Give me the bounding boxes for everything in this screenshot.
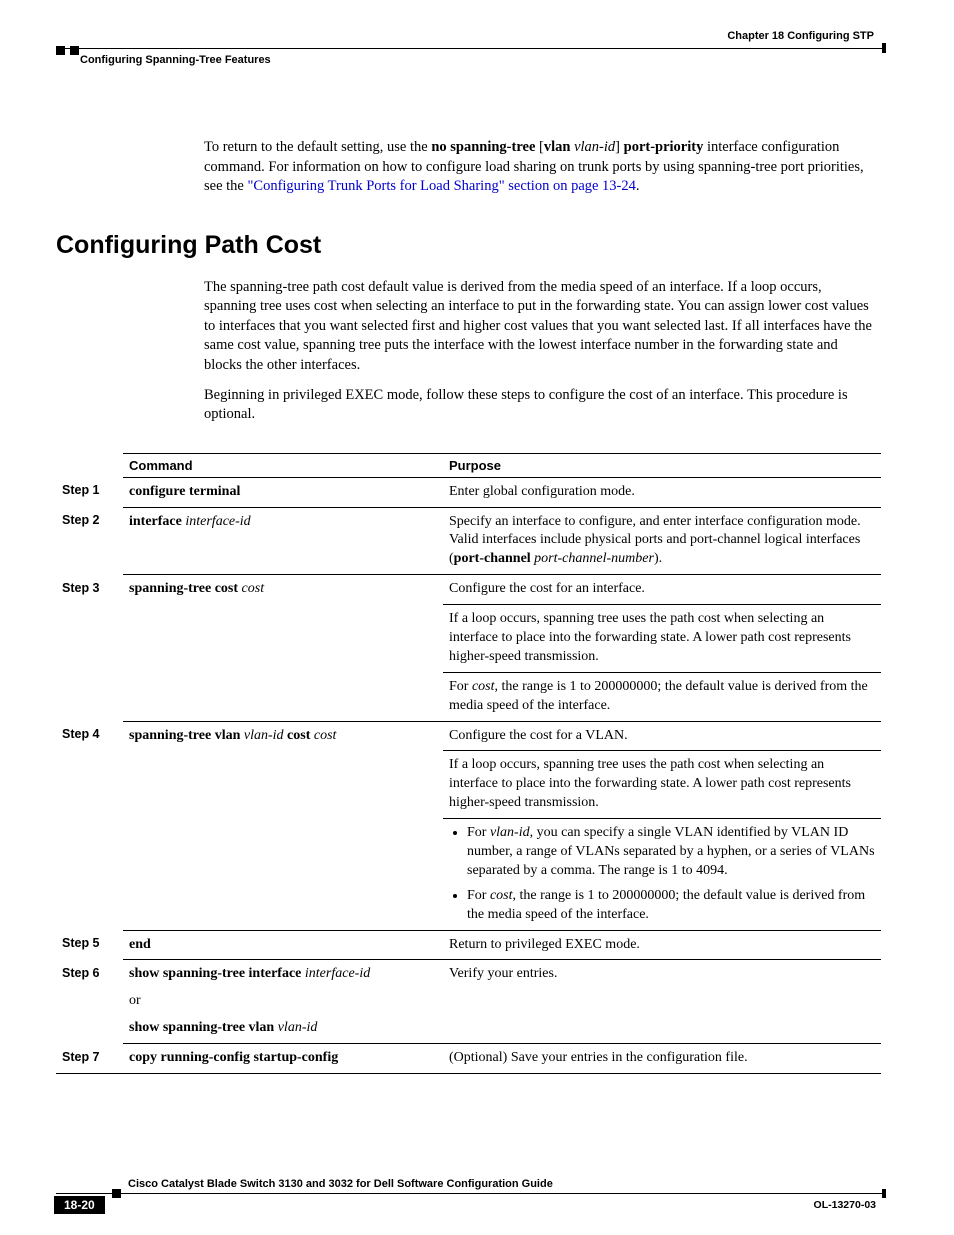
chapter-label: Chapter 18 Configuring STP — [727, 30, 874, 42]
xref-link[interactable]: "Configuring Trunk Ports for Load Sharin… — [247, 178, 635, 194]
procedure-table: Command Purpose Step 1 configure termina… — [56, 453, 881, 1074]
col-command: Command — [123, 453, 443, 477]
table-row: Step 7 copy running-config startup-confi… — [56, 1044, 881, 1074]
col-purpose: Purpose — [443, 453, 881, 477]
table-row: Step 1 configure terminal Enter global c… — [56, 477, 881, 507]
table-row: Step 5 end Return to privileged EXEC mod… — [56, 930, 881, 960]
section-body: The spanning-tree path cost default valu… — [204, 278, 874, 425]
book-title: Cisco Catalyst Blade Switch 3130 and 303… — [128, 1178, 553, 1190]
section-breadcrumb: Configuring Spanning-Tree Features — [80, 54, 271, 66]
table-row: Step 2 interface interface-id Specify an… — [56, 507, 881, 575]
page-number: 18-20 — [54, 1196, 105, 1214]
table-row: Step 4 spanning-tree vlan vlan-id cost c… — [56, 721, 881, 751]
running-header: Chapter 18 Configuring STP Configuring S… — [56, 48, 884, 78]
table-row: Step 3 spanning-tree cost cost Configure… — [56, 575, 881, 605]
intro-paragraph: To return to the default setting, use th… — [204, 138, 874, 197]
document-id: OL-13270-03 — [814, 1199, 876, 1211]
table-row: Step 6 show spanning-tree interface inte… — [56, 960, 881, 1044]
section-heading: Configuring Path Cost — [56, 231, 884, 260]
